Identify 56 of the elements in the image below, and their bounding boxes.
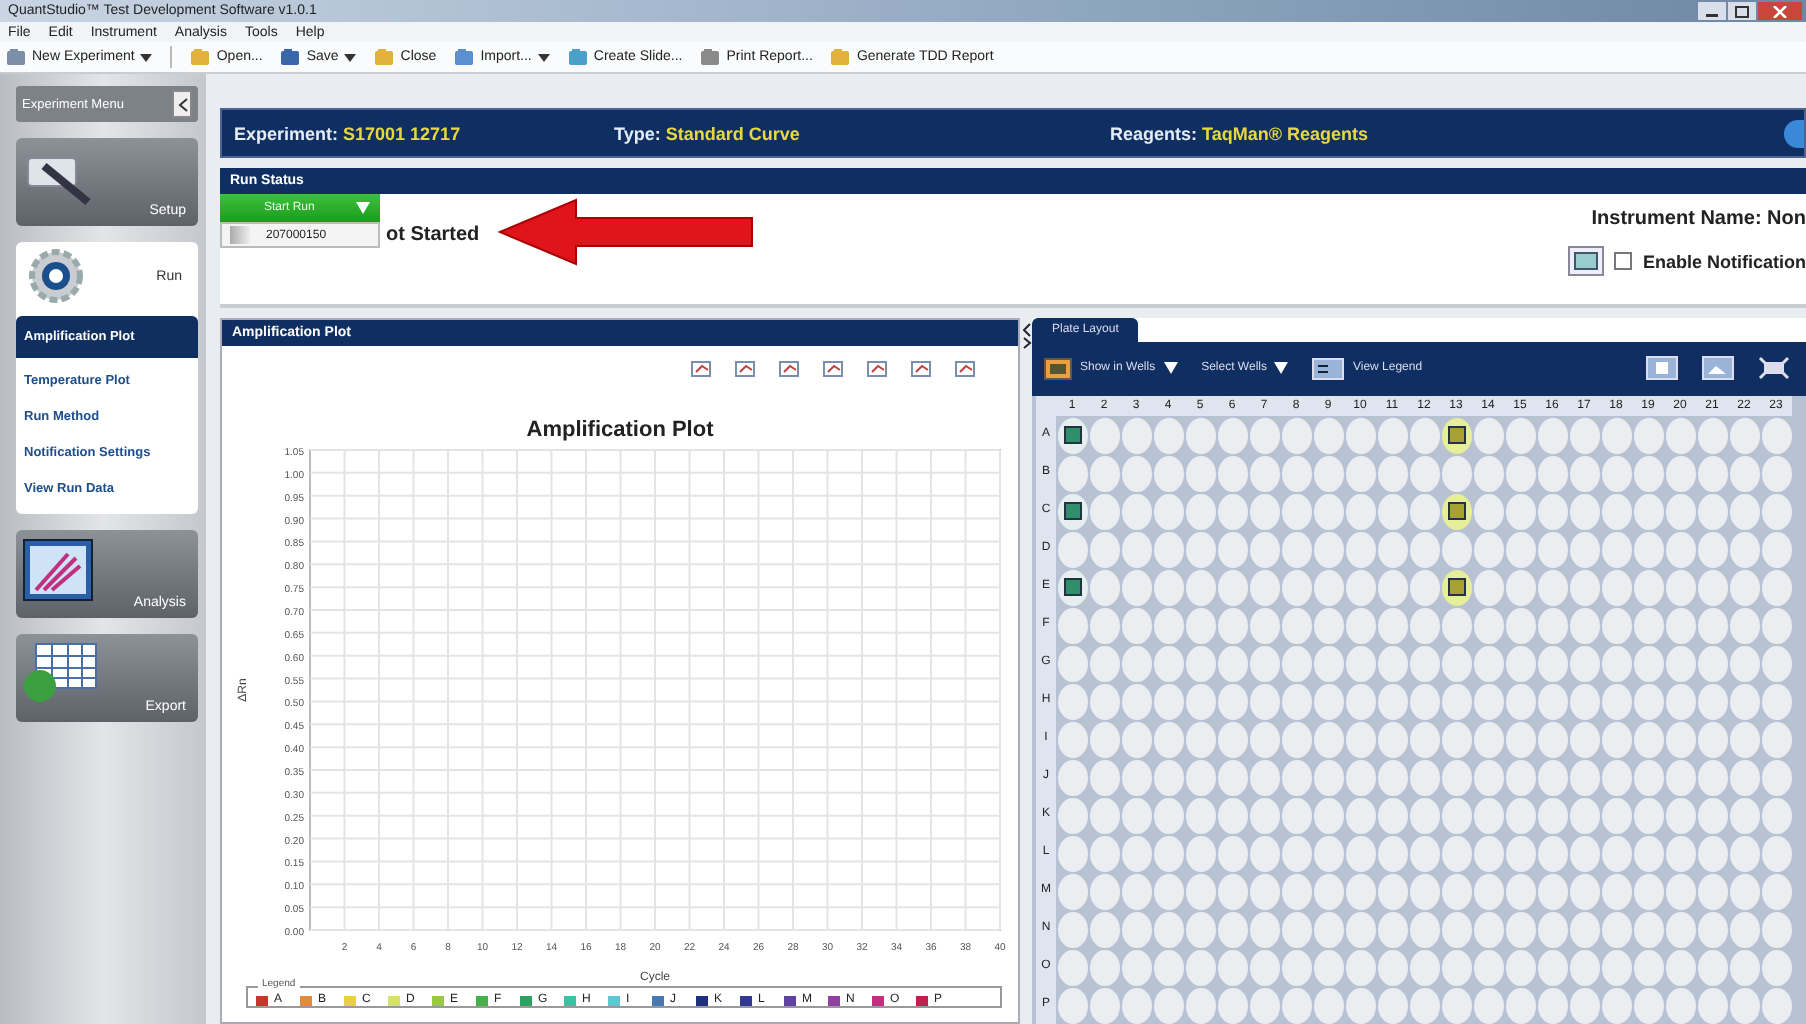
notification-button[interactable] <box>1568 246 1605 276</box>
toolbar-icon <box>700 48 721 66</box>
minimize-button[interactable] <box>1698 2 1726 20</box>
chart-title: Amplification Plot <box>526 418 714 442</box>
caret-icon <box>537 53 550 61</box>
plate-well[interactable] <box>1441 569 1471 605</box>
toolbar-icon <box>280 48 301 66</box>
expand-icon[interactable] <box>1758 356 1790 381</box>
caret-icon <box>344 53 357 61</box>
square-icon <box>1063 426 1081 444</box>
toolbar-icon <box>190 48 211 66</box>
toolbar-icon <box>6 48 26 66</box>
close-button[interactable] <box>1758 2 1802 20</box>
plate-well[interactable] <box>1441 493 1471 529</box>
table-icon <box>20 642 100 706</box>
caret-icon <box>356 202 370 214</box>
plate-well[interactable] <box>1441 417 1471 453</box>
caret-icon <box>1274 362 1289 375</box>
type-label: Type: Standard Curve <box>614 123 802 143</box>
reagents-label: Reagents: TaqMan® Reagents <box>1110 123 1368 143</box>
toolbar-icon[interactable] <box>866 358 890 380</box>
square-icon <box>1063 502 1081 520</box>
grid-view-icon[interactable] <box>1646 356 1678 381</box>
chevron-left-icon <box>177 97 187 111</box>
toolbar-icon <box>454 48 475 66</box>
toolbar-icon[interactable] <box>822 358 846 380</box>
toolbar-icon[interactable] <box>690 358 714 380</box>
collapse-button[interactable] <box>172 90 192 118</box>
legend-icon <box>1312 357 1345 380</box>
checkbox[interactable] <box>1614 252 1633 270</box>
plate-icon <box>1044 357 1072 380</box>
caret-icon <box>1163 362 1178 375</box>
square-icon <box>1063 578 1081 596</box>
run-status: ot Started <box>386 224 480 246</box>
caret-icon <box>140 53 153 61</box>
plate-well[interactable] <box>1057 569 1087 605</box>
toolbar-icon <box>567 48 588 66</box>
close-icon <box>1772 5 1788 17</box>
toolbar-icon <box>374 48 395 66</box>
checkbox-label: Enable Notification <box>1642 251 1806 271</box>
square-icon <box>1447 426 1465 444</box>
maximize-icon <box>1734 5 1750 17</box>
image-icon[interactable] <box>1702 356 1734 381</box>
instrument-name: Instrument Name: Non <box>1591 208 1806 230</box>
plate-well[interactable] <box>1057 417 1087 453</box>
toolbar-icon <box>830 48 851 66</box>
plate-well[interactable] <box>1057 493 1087 529</box>
toolbar-icon[interactable] <box>778 358 802 380</box>
help-icon[interactable] <box>1784 119 1804 147</box>
experiment-label: Experiment: S17001 12717 <box>234 123 463 143</box>
toolbar-icon[interactable] <box>954 358 978 380</box>
square-icon <box>1447 502 1465 520</box>
maximize-button[interactable] <box>1728 2 1756 20</box>
square-icon <box>1447 578 1465 596</box>
toolbar-icon[interactable] <box>734 358 758 380</box>
toolbar-icon[interactable] <box>910 358 934 380</box>
